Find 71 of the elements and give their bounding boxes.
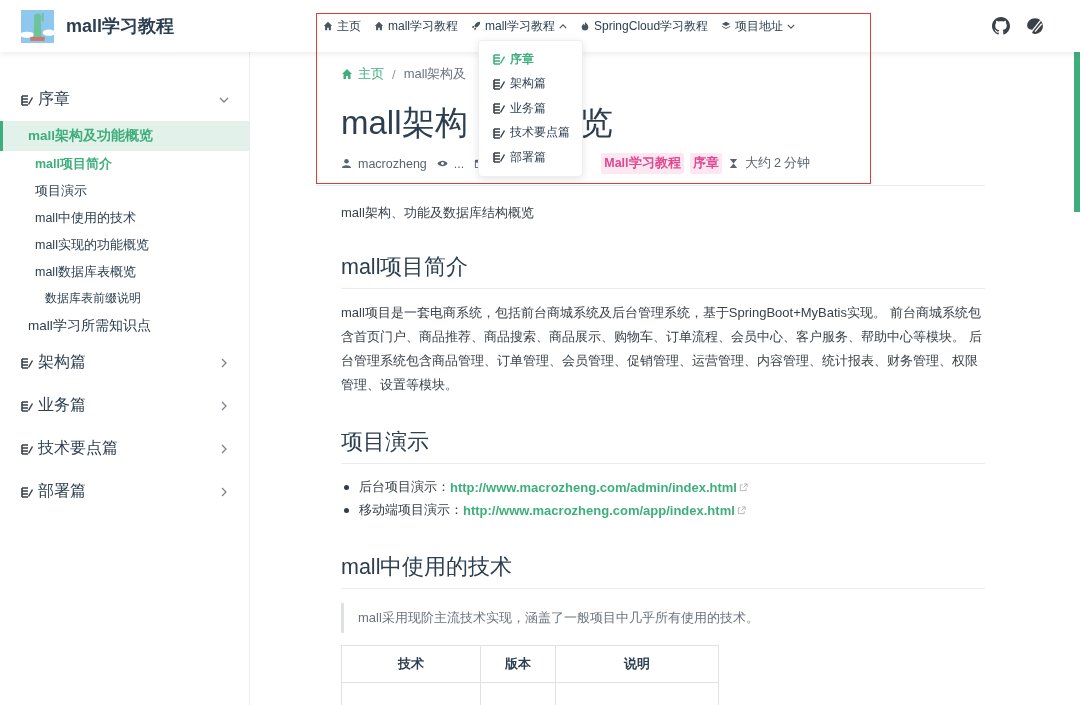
home-icon [374, 21, 384, 31]
nav-link[interactable]: mall学习教程 [471, 17, 568, 35]
bullet-icon [344, 507, 349, 513]
flame-icon [580, 21, 591, 31]
sidebar-group[interactable]: 架构篇 [0, 341, 249, 384]
layers-icon [721, 21, 732, 31]
sidebar-item[interactable]: mall数据库表概览 [0, 259, 249, 286]
section-heading: mall项目简介 [341, 251, 985, 289]
chevron-icon [219, 400, 229, 411]
github-icon[interactable] [992, 17, 1010, 35]
bullet-icon [344, 484, 349, 490]
book-icon [21, 485, 33, 498]
nav-link[interactable]: SpringCloud学习教程 [580, 17, 709, 35]
person-icon [341, 158, 352, 170]
book-icon [493, 102, 505, 115]
sidebar-item[interactable]: 项目演示 [0, 178, 249, 205]
dropdown-item[interactable]: 部署篇 [479, 145, 582, 170]
scrollbar[interactable] [1074, 52, 1080, 212]
book-icon [21, 356, 33, 369]
dropdown-item[interactable]: 业务篇 [479, 96, 582, 121]
site-title[interactable]: mall学习教程 [66, 14, 175, 38]
section-heading: mall中使用的技术 [341, 551, 985, 589]
nav-link[interactable]: 项目地址 [721, 17, 796, 35]
external-link-icon [736, 505, 746, 515]
hourglass-icon [727, 158, 739, 170]
book-icon [493, 77, 505, 90]
link-label: 移动端项目演示： [359, 501, 463, 520]
nav-link[interactable]: mall学习教程 [374, 17, 458, 35]
sidebar-item[interactable]: mall实现的功能概览 [0, 232, 249, 259]
home-icon [341, 68, 353, 80]
table-header-cell: 技术 [341, 645, 481, 683]
palette-icon[interactable] [1026, 17, 1044, 35]
table-header-cell: 说明 [555, 645, 719, 683]
page-title: 览 [579, 103, 613, 143]
sidebar-item[interactable]: mall学习所需知识点 [0, 311, 249, 341]
chevron-icon [219, 357, 229, 368]
page-title: mall架构 [341, 103, 468, 143]
link-label: 后台项目演示： [359, 478, 450, 497]
table-header-cell: 版本 [480, 645, 556, 683]
external-link-icon [739, 482, 748, 492]
rocket-icon [471, 21, 481, 31]
sidebar-group[interactable]: 技术要点篇 [0, 427, 249, 470]
sidebar-group[interactable]: 部署篇 [0, 470, 249, 513]
author-name: macrozheng [358, 156, 427, 171]
sidebar-group[interactable]: 业务篇 [0, 384, 249, 427]
book-icon [21, 399, 33, 412]
nav-link[interactable]: 主页 [323, 17, 361, 35]
book-icon [493, 53, 505, 66]
view-count: ... [453, 156, 465, 171]
book-icon [21, 93, 33, 106]
caret-icon [559, 23, 568, 29]
logo-icon [21, 9, 54, 43]
book-icon [493, 151, 505, 164]
blockquote: mall采用现阶主流技术实现，涵盖了一般项目中几乎所有使用的技术。 [341, 602, 985, 633]
chevron-icon [219, 486, 229, 497]
dropdown-item[interactable]: 技术要点篇 [479, 120, 582, 145]
summary-text: mall架构、功能及数据库结构概览 [341, 203, 535, 222]
home-icon [323, 21, 333, 31]
breadcrumb-separator: / [392, 66, 396, 82]
sidebar-group[interactable]: 序章 [0, 78, 249, 121]
chevron-icon [219, 443, 229, 454]
book-icon [21, 442, 33, 455]
caret-icon [787, 23, 796, 29]
book-icon [493, 126, 505, 139]
section-heading: 项目演示 [341, 426, 985, 464]
breadcrumb-link[interactable]: mall架构及 [403, 65, 467, 83]
sidebar-item[interactable]: mall中使用的技术 [0, 205, 249, 232]
paragraph: mall项目是一套电商系统，包括前台商城系统及后台管理系统，基于SpringBoot+MyBatis实现。 前台商城系统包含首页门户、商品推荐、商品搜索、商品展示、购物车、订单流程、会员中心、客户服务、帮助中心等模块。 后台管理系统包含商品管理、订单管理、会员管理、促销管理、运营管理、内容管理、统计报表、财务管理、权限管理、设置等模块。 [341, 303, 983, 394]
dropdown-item[interactable]: 架构篇 [479, 71, 582, 96]
reading-time: 大约 2 分钟 [744, 155, 811, 173]
sidebar-item[interactable]: 数据库表前缀说明 [0, 286, 249, 311]
